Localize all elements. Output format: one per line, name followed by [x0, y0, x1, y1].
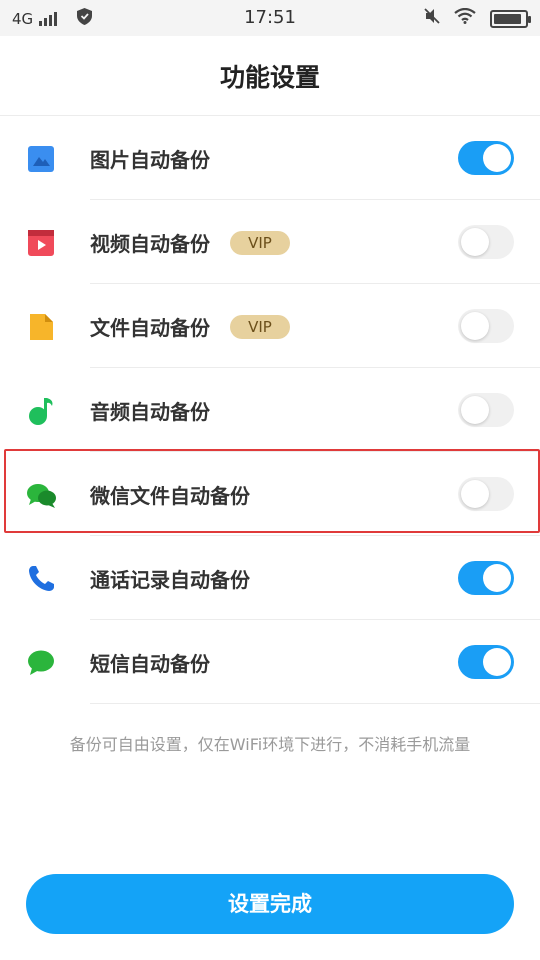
setting-row-calls: 通话记录自动备份	[0, 536, 540, 620]
setting-row-photo: 图片自动备份	[0, 116, 540, 200]
toggle-knob	[461, 396, 489, 424]
battery-icon	[490, 9, 531, 28]
setting-label: 通话记录自动备份	[90, 568, 250, 592]
music-icon	[26, 396, 56, 426]
setting-label: 图片自动备份	[90, 148, 210, 172]
toggle-knob	[461, 312, 489, 340]
setting-row-sms: 短信自动备份	[0, 620, 540, 704]
setting-row-wechat: 微信文件自动备份	[0, 452, 540, 536]
toggle-knob	[461, 228, 489, 256]
settings-screen: 4G 17:51 功能设置 图片自动备份 视频自动备份 VIP 文件自动备份 V…	[0, 0, 540, 960]
setting-row-file: 文件自动备份 VIP	[0, 284, 540, 368]
vip-badge: VIP	[230, 231, 290, 255]
divider	[90, 703, 540, 704]
mute-icon	[424, 8, 440, 29]
setting-label: 微信文件自动备份	[90, 484, 250, 508]
photo-backup-toggle[interactable]	[458, 141, 514, 175]
backup-note: 备份可自由设置，仅在WiFi环境下进行，不消耗手机流量	[69, 735, 471, 754]
sms-backup-toggle[interactable]	[458, 645, 514, 679]
setting-label: 音频自动备份	[90, 400, 210, 424]
setting-row-video: 视频自动备份 VIP	[0, 200, 540, 284]
done-button[interactable]: 设置完成	[26, 874, 514, 934]
page-title: 功能设置	[219, 63, 320, 92]
sms-icon	[26, 648, 56, 678]
toggle-knob	[483, 648, 511, 676]
audio-backup-toggle[interactable]	[458, 393, 514, 427]
picture-icon	[26, 144, 56, 174]
phone-icon	[26, 564, 56, 594]
file-backup-toggle[interactable]	[458, 309, 514, 343]
status-bar: 4G 17:51	[0, 0, 540, 36]
video-icon	[26, 228, 56, 258]
setting-label: 短信自动备份	[90, 652, 210, 676]
battery-fill	[494, 13, 521, 24]
header: 功能设置	[0, 36, 540, 116]
file-icon	[26, 312, 56, 342]
video-backup-toggle[interactable]	[458, 225, 514, 259]
wechat-icon	[26, 480, 56, 510]
status-right	[424, 7, 531, 29]
setting-label: 文件自动备份	[90, 316, 210, 340]
setting-row-audio: 音频自动备份	[0, 368, 540, 452]
toggle-knob	[483, 564, 511, 592]
toggle-knob	[483, 144, 511, 172]
wechat-backup-toggle[interactable]	[458, 477, 514, 511]
call-log-backup-toggle[interactable]	[458, 561, 514, 595]
setting-label: 视频自动备份	[90, 232, 210, 256]
vip-badge: VIP	[230, 315, 290, 339]
wifi-icon	[454, 7, 476, 29]
toggle-knob	[461, 480, 489, 508]
